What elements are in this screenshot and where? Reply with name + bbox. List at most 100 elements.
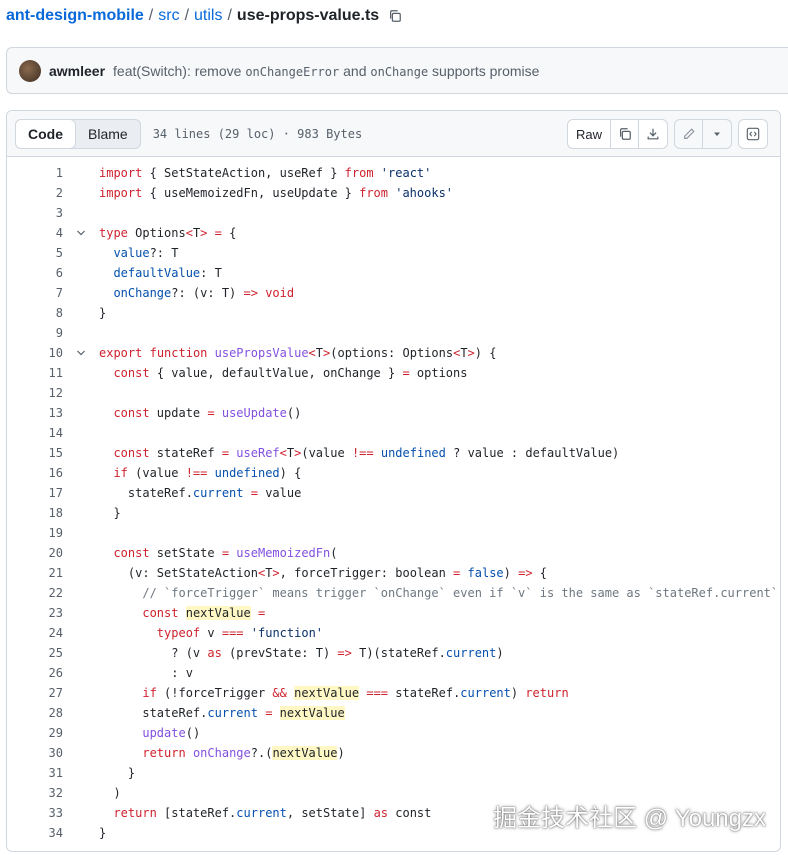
line-number[interactable]: 29: [7, 726, 63, 740]
breadcrumb-utils-link[interactable]: utils: [194, 7, 222, 25]
fold-toggle[interactable]: [63, 228, 99, 238]
edit-button[interactable]: [675, 120, 703, 148]
line-number[interactable]: 21: [7, 566, 63, 580]
code-text: value?: T: [99, 246, 178, 260]
commit-author[interactable]: awmleer: [49, 63, 105, 79]
code-token: const: [388, 806, 432, 820]
line-number[interactable]: 31: [7, 766, 63, 780]
line-number[interactable]: 12: [7, 386, 63, 400]
symbols-panel-button[interactable]: [738, 119, 768, 149]
tab-blame[interactable]: Blame: [76, 120, 140, 148]
breadcrumb-src-link[interactable]: src: [158, 7, 179, 25]
code-token: false: [467, 566, 504, 580]
code-token: v: [200, 626, 222, 640]
code-token: (v: SetStateAction: [99, 566, 258, 580]
code-text: : v: [99, 666, 193, 680]
line-number[interactable]: 17: [7, 486, 63, 500]
code-token: from: [344, 166, 374, 180]
edit-dropdown-button[interactable]: [703, 120, 731, 148]
line-number[interactable]: 19: [7, 526, 63, 540]
copy-icon: [390, 10, 402, 22]
line-number[interactable]: 28: [7, 706, 63, 720]
code-text: return [stateRef.current, setState] as c…: [99, 806, 431, 820]
line-number[interactable]: 1: [7, 166, 63, 180]
line-number[interactable]: 10: [7, 346, 63, 360]
code-line: 23 const nextValue =: [7, 603, 780, 623]
code-token: (!forceTrigger: [156, 686, 273, 700]
line-number[interactable]: 18: [7, 506, 63, 520]
code-line: 28 stateRef.current = nextValue: [7, 703, 780, 723]
code-square-icon: [746, 127, 760, 141]
code-token: }: [99, 766, 136, 780]
line-number[interactable]: 26: [7, 666, 63, 680]
line-number[interactable]: 32: [7, 786, 63, 800]
line-number[interactable]: 14: [7, 426, 63, 440]
line-number[interactable]: 3: [7, 206, 63, 220]
line-number[interactable]: 7: [7, 286, 63, 300]
line-number[interactable]: 15: [7, 446, 63, 460]
line-number[interactable]: 33: [7, 806, 63, 820]
commit-message-text: and: [339, 62, 371, 79]
code-token: (): [286, 406, 302, 420]
line-number[interactable]: 9: [7, 326, 63, 340]
code-token: =: [221, 546, 230, 560]
line-number[interactable]: 2: [7, 186, 63, 200]
code-token: 'function': [250, 626, 324, 640]
code-token: ?: T: [149, 246, 179, 260]
code-text: if (!forceTrigger && nextValue === state…: [99, 686, 569, 700]
code-token: ===: [366, 686, 389, 700]
code-token: { SetStateAction, useRef }: [149, 166, 345, 180]
code-token: !==: [185, 466, 208, 480]
code-line: 16 if (value !== undefined) {: [7, 463, 780, 483]
code-line: 24 typeof v === 'function': [7, 623, 780, 643]
line-number[interactable]: 16: [7, 466, 63, 480]
line-number[interactable]: 11: [7, 366, 63, 380]
code-token: onChange: [192, 746, 251, 760]
line-number[interactable]: 30: [7, 746, 63, 760]
tab-code[interactable]: Code: [15, 118, 76, 149]
line-number[interactable]: 27: [7, 686, 63, 700]
code-line: 10 export function usePropsValue<T>(optio…: [7, 343, 780, 363]
code-token: : T: [200, 266, 222, 280]
code-line: 11 const { value, defaultValue, onChange…: [7, 363, 780, 383]
line-number[interactable]: 22: [7, 586, 63, 600]
code-token: >: [467, 346, 475, 360]
code-token: { useMemoizedFn, useUpdate }: [149, 186, 360, 200]
breadcrumb-repo-link[interactable]: ant-design-mobile: [6, 7, 144, 25]
fold-toggle[interactable]: [63, 348, 99, 358]
code-line: 9: [7, 323, 780, 343]
line-number[interactable]: 5: [7, 246, 63, 260]
code-token: (options: Options: [330, 346, 454, 360]
code-token: &&: [272, 686, 287, 700]
raw-button[interactable]: Raw: [568, 120, 611, 148]
line-number[interactable]: 4: [7, 226, 63, 240]
line-number[interactable]: 8: [7, 306, 63, 320]
code-token: (value: [127, 466, 186, 480]
copy-raw-button[interactable]: [611, 120, 639, 148]
line-number[interactable]: 6: [7, 266, 63, 280]
avatar[interactable]: [19, 59, 41, 82]
line-number[interactable]: 34: [7, 826, 63, 840]
download-button[interactable]: [639, 120, 667, 148]
line-number[interactable]: 20: [7, 546, 63, 560]
code-token: =: [214, 226, 222, 240]
code-line: 14: [7, 423, 780, 443]
copy-path-button[interactable]: [387, 8, 403, 24]
line-number[interactable]: 25: [7, 646, 63, 660]
code-token: type: [99, 226, 128, 240]
line-number[interactable]: 13: [7, 406, 63, 420]
line-number[interactable]: 24: [7, 626, 63, 640]
code-text: const nextValue =: [99, 606, 265, 620]
code-token: current: [460, 686, 511, 700]
line-number[interactable]: 23: [7, 606, 63, 620]
code-token: const: [113, 406, 150, 420]
commit-message[interactable]: feat(Switch): remove onChangeError and o…: [113, 63, 539, 79]
code-token: update: [142, 726, 186, 740]
